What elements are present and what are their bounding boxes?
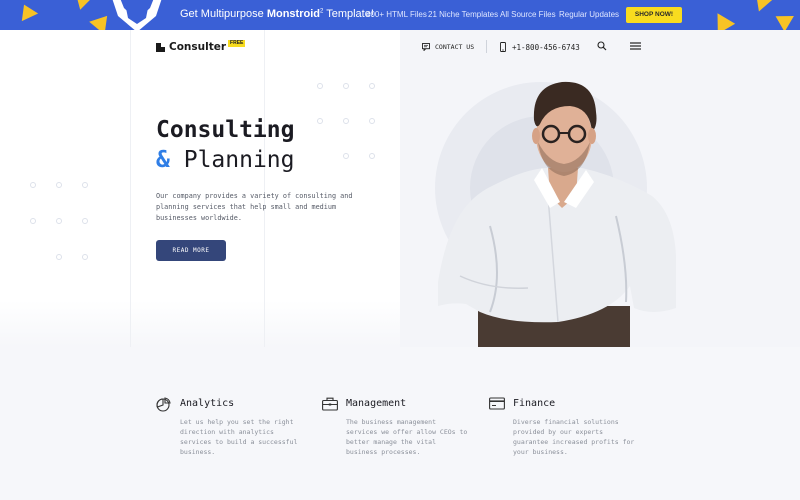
service-description: Let us help you set the right direction … [180,418,298,456]
service-title: Analytics [180,398,235,409]
promo-banner[interactable]: Get Multipurpose Monstroid2 Template! 40… [0,0,800,30]
promo-headline: Get Multipurpose Monstroid2 Template! [180,8,374,20]
site-logo[interactable]: Consulter FREE [156,40,246,54]
decor-triangle [15,0,39,22]
grid-line [264,30,265,347]
service-title: Finance [513,398,556,409]
hero-description: Our company provides a variety of consul… [156,192,353,222]
monstroid-logo-icon [112,0,162,30]
hero-ampersand: & [156,147,170,173]
promo-feature: All Source Files [500,10,556,19]
promo-feature: 21 Niche Templates [428,10,499,19]
decor-triangle [775,8,799,30]
search-icon[interactable] [597,41,607,51]
promo-feature: 400+ HTML Files [366,10,427,19]
service-description: The business management services we offe… [346,418,468,456]
hero-fade [0,300,400,347]
hero-title-line2: Planning [183,147,295,173]
service-title: Management [346,398,407,409]
grid-line [130,30,131,347]
businessman-photo [438,81,676,347]
hero-title: Consulting [156,117,295,143]
decor-triangle [749,0,775,15]
read-more-button[interactable]: READ MORE [156,240,226,261]
logo-badge: FREE [228,40,246,47]
contact-us-label: CONTACT US [435,43,475,51]
phone-icon [500,42,506,52]
header-divider [486,40,487,53]
decor-triangle [708,8,736,30]
logo-name: Consulter [169,41,227,53]
credit-card-icon [489,397,505,410]
briefcase-icon [322,397,338,411]
contact-us-link[interactable]: CONTACT US [422,40,474,54]
chat-icon [422,43,430,51]
pie-chart-icon [156,397,171,412]
phone-number: +1-800-456-6743 [512,42,580,52]
shop-now-button[interactable]: SHOP NOW! [626,7,682,23]
logo-mark-icon [156,42,165,52]
promo-feature: Regular Updates [559,10,620,19]
hamburger-menu-icon[interactable] [630,42,641,50]
decor-triangle [72,0,92,12]
service-description: Diverse financial solutions provided by … [513,418,635,456]
hero-subtitle: & Planning [156,147,295,173]
phone-link[interactable]: +1-800-456-6743 [500,40,580,54]
